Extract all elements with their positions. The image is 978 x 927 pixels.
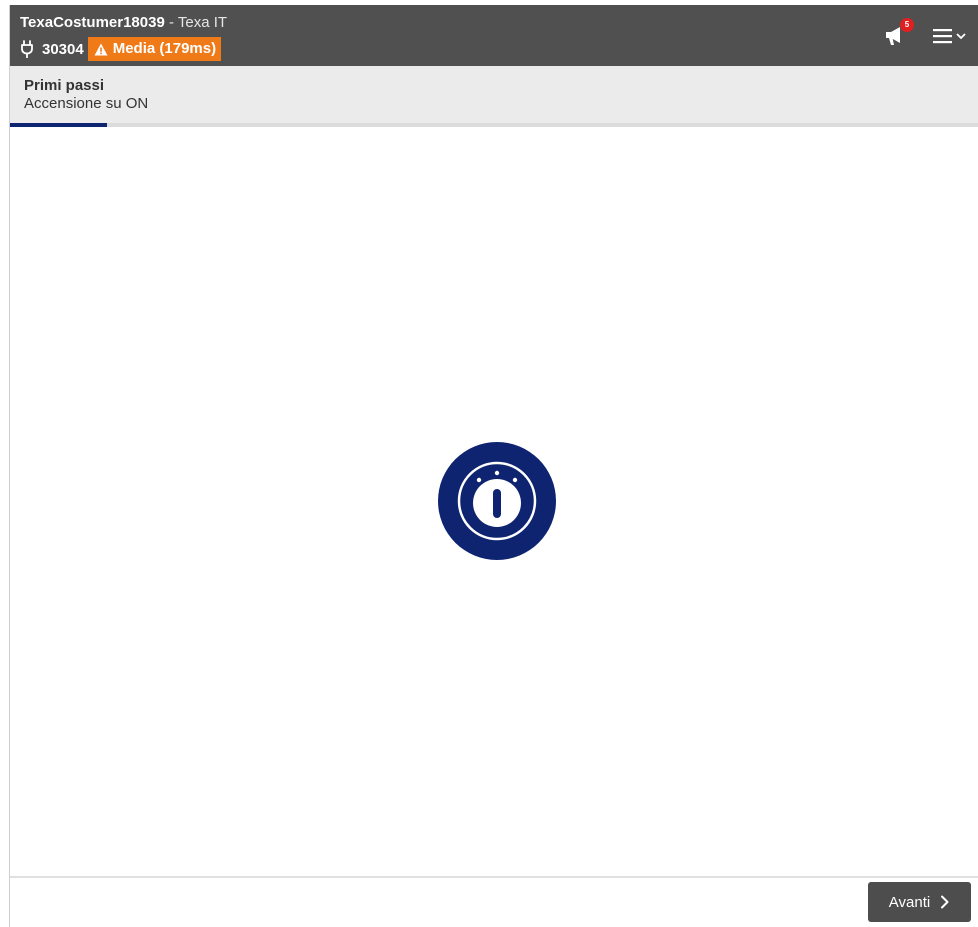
header-bar: TexaCostumer18039 - Texa IT 30304 Media …	[10, 5, 978, 66]
connection-quality-badge: Media (179ms)	[87, 37, 222, 61]
hamburger-menu-icon[interactable]	[931, 25, 971, 47]
connection-id: 30304	[42, 40, 84, 58]
user-info: TexaCostumer18039 - Texa IT	[20, 14, 227, 32]
footer-divider	[10, 876, 978, 878]
next-button-label: Avanti	[888, 893, 931, 911]
progress-fill	[10, 123, 107, 127]
progress-bar	[10, 123, 978, 127]
user-name: TexaCostumer18039	[20, 14, 165, 31]
connection-info: 30304 Media (179ms)	[20, 37, 222, 61]
user-separator: -	[164, 14, 178, 31]
step-title: Primi passi	[24, 77, 105, 94]
plug-icon	[21, 40, 33, 58]
next-button[interactable]: Avanti	[868, 882, 971, 922]
warning-icon	[94, 43, 108, 55]
notification-badge: 5	[900, 18, 914, 32]
chevron-right-icon	[941, 895, 949, 909]
step-header: Primi passi Accensione su ON	[10, 66, 978, 123]
chevron-down-icon	[956, 33, 966, 40]
step-subtitle: Accensione su ON	[24, 95, 149, 112]
connection-quality-label: Media (179ms)	[112, 40, 217, 57]
company-name: Texa IT	[177, 14, 228, 31]
app-window: TexaCostumer18039 - Texa IT 30304 Media …	[9, 5, 978, 927]
ignition-key-icon	[438, 442, 556, 560]
